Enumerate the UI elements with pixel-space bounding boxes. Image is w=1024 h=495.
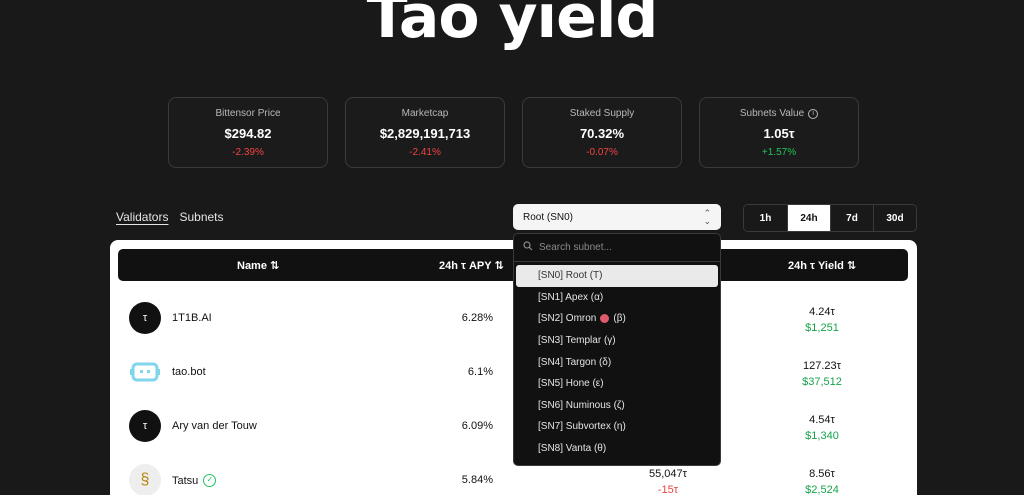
chevron-up-down-icon: ⌃ ⌄	[703, 208, 711, 226]
subnet-option[interactable]: [SN4] Targon (δ)	[516, 351, 718, 373]
time-range-tabs: 1h 24h 7d 30d	[743, 204, 917, 232]
range-tab-24h[interactable]: 24h	[787, 205, 830, 231]
yield-tau: 4.54τ	[809, 414, 835, 426]
stat-change: -0.07%	[586, 147, 618, 158]
avatar: τ	[129, 410, 161, 442]
stake-change: -15τ	[657, 484, 679, 495]
stat-change: -2.41%	[409, 147, 441, 158]
stats-row: Bittensor Price $294.82 -2.39% Marketcap…	[168, 97, 859, 168]
search-icon	[523, 241, 533, 254]
tab-subnets[interactable]: Subnets	[179, 210, 223, 224]
bot-icon	[129, 356, 161, 388]
avatar: τ	[129, 302, 161, 334]
subnet-search-placeholder: Search subnet...	[539, 242, 612, 253]
subnet-option[interactable]: [SN0] Root (Τ)	[516, 265, 718, 287]
subnet-option[interactable]: [SN5] Hone (ε)	[516, 373, 718, 395]
sort-yield-header[interactable]: 24h τ Yield ⇅	[788, 259, 856, 272]
subnet-option[interactable]: [SN2] Omron (β)	[516, 308, 718, 330]
yield-tau: 127.23τ	[803, 360, 841, 372]
apy-value: 5.84%	[461, 474, 493, 486]
stat-value: $2,829,191,713	[379, 126, 471, 141]
omron-icon	[600, 314, 610, 324]
yield-usd: $1,251	[805, 322, 839, 334]
subnet-option-label: [SN2] Omron	[538, 313, 597, 325]
validator-name[interactable]: Tatsu	[172, 475, 198, 487]
stat-value: $294.82	[224, 126, 272, 141]
view-tabs: Validators Subnets	[116, 210, 224, 224]
stat-value: 70.32%	[579, 126, 625, 141]
validator-name[interactable]: 1T1B.AI	[172, 312, 212, 324]
range-tab-7d[interactable]: 7d	[830, 205, 873, 231]
subnet-select-value: Root (SN0)	[523, 211, 574, 223]
apy-value: 6.1%	[467, 366, 493, 378]
stat-label: Bittensor Price	[215, 108, 281, 119]
stat-card-marketcap: Marketcap $2,829,191,713 -2.41%	[345, 97, 505, 168]
range-tab-1h[interactable]: 1h	[744, 205, 787, 231]
stat-change: +1.57%	[761, 147, 797, 158]
subnet-option[interactable]: [SN1] Apex (α)	[516, 287, 718, 309]
subnet-option-symbol: (β)	[613, 313, 626, 325]
sort-apy-header[interactable]: 24h τ APY ⇅	[439, 259, 504, 272]
stat-card-staked-supply: Staked Supply 70.32% -0.07%	[522, 97, 682, 168]
stat-card-subnets-value: Subnets Value i 1.05τ +1.57%	[699, 97, 859, 168]
range-tab-30d[interactable]: 30d	[873, 205, 916, 231]
subnet-dropdown: Search subnet... [SN0] Root (Τ) [SN1] Ap…	[513, 233, 721, 466]
tatsu-logo: §	[129, 464, 161, 495]
yield-tau: 4.24τ	[809, 306, 835, 318]
apy-value: 6.09%	[461, 420, 493, 432]
apy-value: 6.28%	[461, 312, 493, 324]
stake-value: 55,047τ	[649, 468, 687, 480]
yield-usd: $1,340	[805, 430, 839, 442]
sort-name-header[interactable]: Name ⇅	[237, 259, 279, 272]
stat-label-wrap: Subnets Value i	[700, 108, 858, 119]
validator-name[interactable]: Ary van der Touw	[172, 420, 257, 432]
subnet-search-field[interactable]: Search subnet...	[514, 234, 720, 262]
stat-label: Subnets Value	[739, 108, 805, 119]
stat-change: -2.39%	[232, 147, 264, 158]
stat-value: 1.05τ	[763, 126, 795, 141]
subnet-option[interactable]: [SN6] Numinous (ζ)	[516, 395, 718, 417]
yield-tau: 8.56τ	[809, 468, 835, 480]
stat-label: Marketcap	[401, 108, 449, 119]
subnet-option[interactable]: [SN7] Subvortex (η)	[516, 416, 718, 438]
subnet-option[interactable]: [SN8] Vanta (θ)	[516, 438, 718, 460]
subnet-list: [SN0] Root (Τ) [SN1] Apex (α) [SN2] Omro…	[514, 262, 720, 462]
stat-label: Staked Supply	[569, 108, 635, 119]
info-icon[interactable]: i	[808, 108, 819, 119]
stat-card-price: Bittensor Price $294.82 -2.39%	[168, 97, 328, 168]
validator-name[interactable]: tao.bot	[172, 366, 206, 378]
verified-check-icon: ✓	[203, 474, 217, 487]
tab-validators[interactable]: Validators	[116, 210, 168, 224]
yield-usd: $37,512	[802, 376, 842, 388]
yield-usd: $2,524	[805, 484, 839, 495]
subnet-select[interactable]: Root (SN0) ⌃ ⌄	[513, 204, 721, 230]
subnet-option[interactable]: [SN3] Templar (γ)	[516, 330, 718, 352]
page-title: Tao yield	[366, 0, 659, 52]
